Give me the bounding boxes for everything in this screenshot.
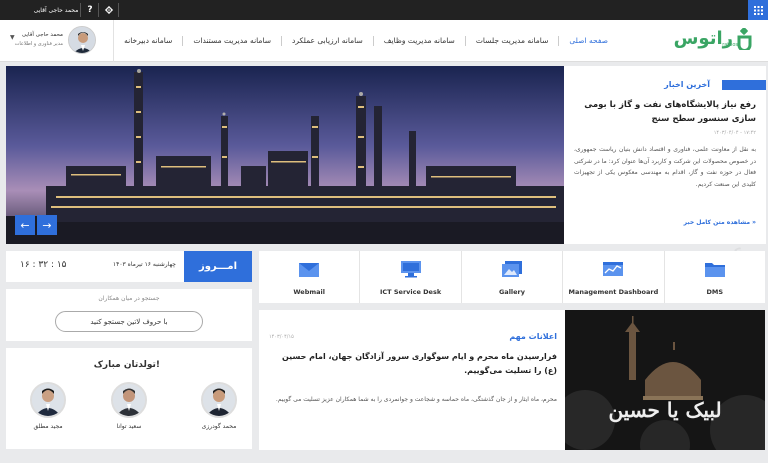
- search-caption: جستجو در میان همکاران: [98, 295, 160, 302]
- muharram-banner-text: لبیک یا حسین: [608, 398, 722, 422]
- nav-item-documents[interactable]: سامانه مدیریت مستندات: [182, 36, 281, 46]
- link-webmail[interactable]: Webmail: [259, 251, 359, 303]
- settings-button[interactable]: [100, 0, 118, 20]
- link-ict-service-desk[interactable]: ICT Service Desk: [359, 251, 460, 303]
- muharram-banner-image: لبیک یا حسین: [565, 310, 765, 450]
- quick-links: DMS Management Dashboard Gallery ICT Ser…: [259, 251, 765, 303]
- monitor-icon: [400, 261, 421, 278]
- today-label: امـــروز: [184, 251, 252, 282]
- dashboard-icon: [603, 262, 624, 276]
- announcements-panel: اعلانات مهم ۱۴۰۳/۰۴/۱۵ فرارسیدن ماه محرم…: [259, 310, 765, 450]
- user-menu[interactable]: محمد حاجی آقایی مدیر فناوری و اطلاعات ▼: [0, 20, 114, 62]
- link-gallery[interactable]: Gallery: [460, 251, 562, 303]
- refinery-slide-image: ← →: [6, 66, 564, 244]
- gallery-icon: [501, 261, 522, 277]
- nav-item-tasks[interactable]: سامانه مدیریت وظایف: [372, 36, 465, 46]
- link-label: Management Dashboard: [568, 288, 659, 296]
- apps-grid-button[interactable]: [748, 0, 768, 20]
- header: راتوس ratoos صفحه اصلی سامانه مدیریت جلس…: [0, 20, 768, 62]
- search-input[interactable]: با حروف لاتین جستجو کنید: [55, 311, 203, 332]
- slider-next-button[interactable]: →: [37, 215, 57, 235]
- news-body: به نقل از معاونت علمی، فناوری و اقتصاد د…: [574, 146, 756, 188]
- user-role: مدیر فناوری و اطلاعات: [14, 41, 63, 47]
- nav-item-secretariat[interactable]: سامانه دبیرخانه: [114, 36, 182, 46]
- announcement-date: ۱۴۰۳/۰۴/۱۵: [269, 334, 294, 340]
- folder-icon: [704, 263, 725, 277]
- news-read-more-link[interactable]: مشاهده متن کامل خبر »: [684, 219, 756, 226]
- logo-mark-icon: [737, 28, 752, 50]
- birthday-person[interactable]: مجید مطلق: [18, 382, 78, 430]
- avatar: [201, 382, 237, 418]
- nav-item-meetings[interactable]: سامانه مدیریت جلسات: [464, 36, 559, 46]
- link-label: Webmail: [293, 288, 325, 296]
- today-clock: ۱۶ : ۳۲ : ۱۵: [20, 260, 67, 270]
- avatar: [68, 26, 96, 54]
- announcement-content: اعلانات مهم ۱۴۰۳/۰۴/۱۵ فرارسیدن ماه محرم…: [259, 310, 565, 450]
- top-bar: محمد حاجی آقایی ?: [0, 0, 768, 20]
- announcement-section-title: اعلانات مهم: [509, 332, 557, 341]
- link-dms[interactable]: DMS: [663, 251, 765, 303]
- logo-subtitle: ratoos: [722, 42, 738, 48]
- news-title[interactable]: رفع نیاز پالایشگاه‌های نفت و گاز با بومی…: [576, 98, 756, 126]
- person-name: سعید توانا: [116, 423, 142, 430]
- divider: [80, 3, 81, 17]
- slider-prev-button[interactable]: ←: [15, 215, 35, 235]
- colleague-search: جستجو در میان همکاران با حروف لاتین جستج…: [6, 289, 252, 341]
- birthday-person[interactable]: محمد گودرزی: [189, 382, 249, 430]
- announcement-title[interactable]: فرارسیدن ماه محرم و ایام سوگواری سرور آز…: [269, 350, 557, 378]
- nav-item-performance[interactable]: سامانه ارزیابی عملکرد: [281, 36, 373, 46]
- link-management-dashboard[interactable]: Management Dashboard: [562, 251, 663, 303]
- link-label: Gallery: [498, 288, 525, 296]
- birthday-person[interactable]: سعید توانا: [99, 382, 159, 430]
- news-section-title: آخرین اخبار: [664, 80, 710, 89]
- chevron-down-icon[interactable]: ▼: [10, 34, 15, 41]
- news-date: ۱۴۰۳/۰۴/۰۴ - ۱۷:۴۲: [713, 130, 756, 136]
- hero-section: ← → آخرین اخبار رفع نیاز پالایشگاه‌های ن…: [6, 66, 766, 244]
- link-label: DMS: [706, 288, 724, 296]
- avatar: [111, 382, 147, 418]
- person-name: محمد گودرزی: [201, 423, 237, 430]
- user-name: محمد حاجی آقایی: [21, 32, 63, 38]
- person-name: مجید مطلق: [33, 423, 63, 430]
- today-widget: امـــروز چهارشنبه ۱۶ تیرماه ۱۴۰۳ ۱۶ : ۳۲…: [6, 251, 252, 282]
- announcement-body: محرم، ماه ایثار و از جان گذشتگی، ماه حما…: [275, 396, 557, 403]
- link-label: ICT Service Desk: [379, 288, 442, 296]
- logo[interactable]: راتوس: [674, 28, 752, 50]
- birthdays-widget: تولدتان مبارک! محمد گودرزی سعید توانا مج…: [6, 348, 252, 449]
- gear-icon: [105, 6, 113, 14]
- birthdays-title: تولدتان مبارک!: [93, 360, 160, 370]
- grid-icon: [753, 5, 763, 15]
- today-date: چهارشنبه ۱۶ تیرماه ۱۴۰۳: [112, 261, 176, 268]
- nav-item-home[interactable]: صفحه اصلی: [558, 36, 618, 46]
- help-button[interactable]: ?: [80, 0, 100, 20]
- news-accent-bar: [722, 80, 766, 90]
- avatar: [30, 382, 66, 418]
- mail-icon: [299, 263, 320, 277]
- latest-news-panel: آخرین اخبار رفع نیاز پالایشگاه‌های نفت و…: [566, 66, 766, 244]
- top-user-name[interactable]: محمد حاجی آقایی: [26, 0, 86, 20]
- divider: [118, 3, 119, 17]
- main-nav: صفحه اصلی سامانه مدیریت جلسات سامانه مدی…: [114, 20, 618, 62]
